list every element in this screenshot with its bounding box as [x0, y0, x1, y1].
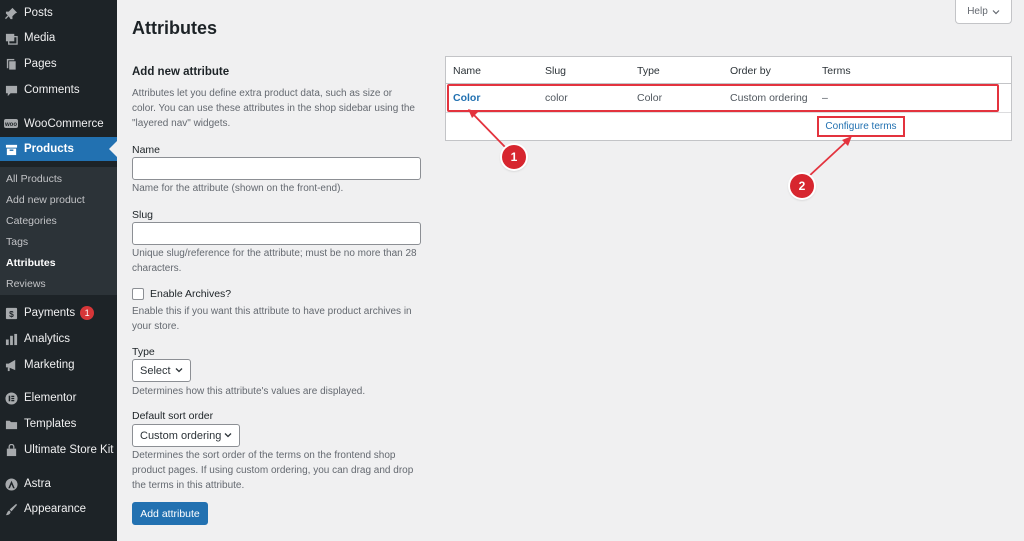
callout-badge-1: 1	[502, 145, 526, 169]
submenu-categories[interactable]: Categories	[6, 215, 57, 227]
form-heading: Add new attribute	[132, 66, 230, 78]
svg-text:woo: woo	[4, 122, 17, 128]
paintbrush-icon	[4, 502, 18, 516]
sidebar-item-label: Payments	[24, 307, 76, 319]
sidebar-item-astra[interactable]: Astra	[0, 472, 117, 496]
configure-terms-label: Configure terms	[825, 121, 897, 132]
elementor-icon	[4, 391, 18, 405]
chart-bar-icon	[4, 332, 18, 346]
configure-terms-link[interactable]: Configure terms	[817, 116, 905, 137]
sidebar-item-comments[interactable]: Comments	[0, 78, 117, 102]
sidebar-item-label: Marketing	[24, 359, 75, 371]
type-label: Type	[132, 346, 155, 358]
sidebar-item-label: WooCommerce	[24, 118, 104, 130]
astra-icon	[4, 477, 18, 491]
media-icon	[4, 31, 18, 45]
sidebar-item-label: Pages	[24, 58, 57, 70]
sidebar-item-label: Comments	[24, 84, 80, 96]
woo-icon: woo	[4, 117, 18, 131]
type-select-value: Select	[140, 364, 171, 377]
sidebar-item-pages[interactable]: Pages	[0, 52, 117, 76]
sidebar-item-label: Templates	[24, 418, 77, 430]
sidebar-item-ultimate-store-kit[interactable]: Ultimate Store Kit	[0, 438, 117, 462]
submenu-attributes[interactable]: Attributes	[6, 257, 56, 269]
add-attribute-button[interactable]: Add attribute	[132, 502, 208, 525]
notification-badge: 1	[80, 306, 95, 320]
arrow-2	[807, 136, 852, 178]
name-label: Name	[132, 144, 161, 156]
help-button[interactable]: Help	[955, 0, 1012, 24]
sidebar-item-payments[interactable]: $ Payments 1	[0, 301, 117, 325]
sidebar-item-marketing[interactable]: Marketing	[0, 353, 117, 377]
sidebar-item-label: Posts	[24, 7, 53, 19]
sidebar-item-analytics[interactable]: Analytics	[0, 327, 117, 351]
sidebar-item-products[interactable]: Products	[0, 137, 117, 161]
comment-icon	[4, 83, 18, 97]
submenu-all-products[interactable]: All Products	[6, 173, 62, 185]
column-header-type: Type	[637, 65, 660, 77]
chevron-down-icon	[224, 433, 232, 438]
sort-order-select[interactable]: Custom ordering	[132, 424, 240, 447]
sidebar-item-woocommerce[interactable]: woo WooCommerce	[0, 112, 117, 136]
sidebar-item-templates[interactable]: Templates	[0, 412, 117, 436]
name-input[interactable]	[132, 157, 421, 180]
sort-order-help: Determines the sort order of the terms o…	[132, 450, 414, 491]
column-header-order-by: Order by	[730, 65, 771, 77]
callout-badge-2: 2	[790, 174, 814, 198]
form-intro: Attributes let you define extra product …	[132, 88, 415, 129]
archive-icon	[4, 142, 18, 156]
enable-archives-checkbox[interactable]	[132, 288, 144, 300]
enable-archives-label: Enable Archives?	[150, 288, 232, 300]
archives-help: Enable this if you want this attribute t…	[132, 306, 412, 332]
help-label: Help	[967, 6, 988, 17]
sidebar-item-label: Ultimate Store Kit	[24, 444, 114, 456]
page-title: Attributes	[132, 18, 217, 38]
pushpin-icon	[4, 6, 18, 20]
chevron-down-icon	[992, 9, 1000, 14]
sidebar-item-elementor[interactable]: Elementor	[0, 386, 117, 410]
row-highlight-box	[447, 84, 999, 112]
submenu-reviews[interactable]: Reviews	[6, 278, 46, 290]
sort-order-value: Custom ordering	[140, 429, 222, 442]
payments-icon: $	[4, 306, 18, 320]
sidebar-item-label: Elementor	[24, 392, 77, 404]
column-header-terms: Terms	[822, 65, 851, 77]
submenu-add-new-product[interactable]: Add new product	[6, 194, 85, 206]
svg-text:$: $	[9, 308, 14, 318]
type-help: Determines how this attribute's values a…	[132, 386, 366, 397]
bag-icon	[4, 443, 18, 457]
products-submenu: All Products Add new product Categories …	[0, 167, 117, 295]
column-header-slug: Slug	[545, 65, 567, 77]
sidebar-item-posts[interactable]: Posts	[0, 1, 117, 25]
sort-order-label: Default sort order	[132, 410, 214, 422]
slug-input[interactable]	[132, 222, 421, 245]
megaphone-icon	[4, 358, 18, 372]
column-header-name: Name	[453, 65, 482, 77]
type-select[interactable]: Select	[132, 359, 191, 382]
sidebar-item-label: Analytics	[24, 333, 71, 345]
admin-sidebar: Posts Media Pages Comments woo WooCommer…	[0, 0, 117, 541]
slug-label: Slug	[132, 209, 154, 221]
folder-icon	[4, 417, 18, 431]
chevron-down-icon	[175, 368, 183, 373]
name-help: Name for the attribute (shown on the fro…	[132, 183, 344, 194]
pages-icon	[4, 57, 18, 71]
sidebar-item-media[interactable]: Media	[0, 26, 117, 50]
row-divider	[446, 112, 1011, 113]
submenu-tags[interactable]: Tags	[6, 236, 28, 248]
sidebar-item-label: Media	[24, 32, 56, 44]
sidebar-item-label: Appearance	[24, 503, 87, 515]
sidebar-item-label: Astra	[24, 478, 51, 490]
sidebar-item-label: Products	[24, 143, 74, 155]
slug-help: Unique slug/reference for the attribute;…	[132, 248, 417, 274]
sidebar-item-appearance[interactable]: Appearance	[0, 497, 117, 521]
